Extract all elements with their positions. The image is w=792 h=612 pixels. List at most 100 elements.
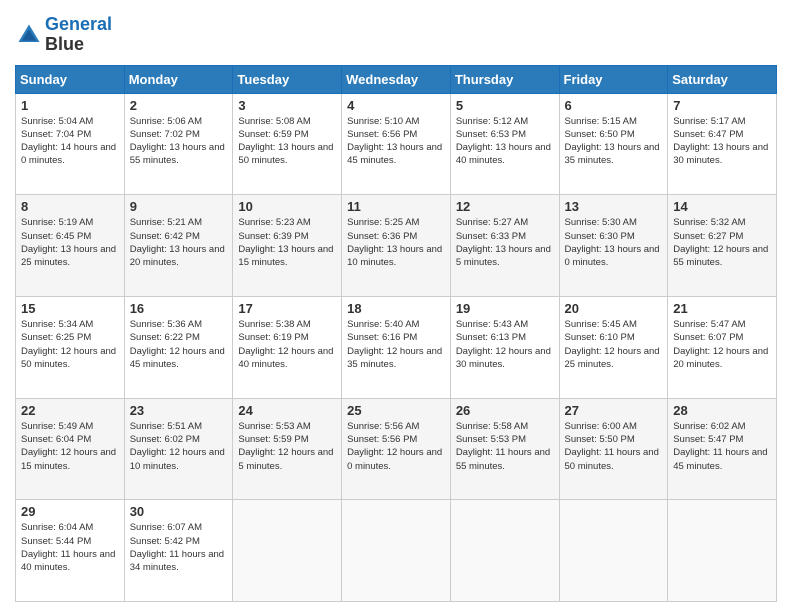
- day-number: 14: [673, 199, 771, 214]
- day-info: Sunrise: 5:27 AMSunset: 6:33 PMDaylight:…: [456, 216, 554, 269]
- calendar-cell: 16Sunrise: 5:36 AMSunset: 6:22 PMDayligh…: [124, 296, 233, 398]
- calendar-cell: 2 Sunrise: 5:06 AMSunset: 7:02 PMDaylight…: [124, 93, 233, 195]
- calendar-cell: 7 Sunrise: 5:17 AMSunset: 6:47 PMDaylight…: [668, 93, 777, 195]
- calendar-cell: 23 Sunrise: 5:51 AMSunset: 6:02 PMDayligh…: [124, 398, 233, 500]
- day-number: 4: [347, 98, 445, 113]
- day-info: Sunrise: 5:25 AMSunset: 6:36 PMDaylight:…: [347, 216, 445, 269]
- calendar-cell: 19 Sunrise: 5:43 AMSunset: 6:13 PMDayligh…: [450, 296, 559, 398]
- day-number: 20: [565, 301, 663, 316]
- calendar-cell: 17Sunrise: 5:38 AMSunset: 6:19 PMDayligh…: [233, 296, 342, 398]
- day-info: Sunrise: 5:10 AMSunset: 6:56 PMDaylight:…: [347, 115, 445, 168]
- calendar-cell: 9 Sunrise: 5:21 AMSunset: 6:42 PMDaylight…: [124, 195, 233, 297]
- day-number: 22: [21, 403, 119, 418]
- day-info: Sunrise: 5:49 AMSunset: 6:04 PMDaylight:…: [21, 420, 119, 473]
- calendar-cell: 21 Sunrise: 5:47 AMSunset: 6:07 PMDayligh…: [668, 296, 777, 398]
- day-number: 2: [130, 98, 228, 113]
- day-number: 9: [130, 199, 228, 214]
- day-info: Sunrise: 5:23 AMSunset: 6:39 PMDaylight:…: [238, 216, 336, 269]
- day-number: 8: [21, 199, 119, 214]
- day-number: 3: [238, 98, 336, 113]
- header: General Blue: [15, 15, 777, 55]
- calendar-cell: 29 Sunrise: 6:04 AMSunset: 5:44 PMDayligh…: [16, 500, 125, 602]
- day-info: Sunrise: 5:32 AMSunset: 6:27 PMDaylight:…: [673, 216, 771, 269]
- day-info: Sunrise: 5:17 AMSunset: 6:47 PMDaylight:…: [673, 115, 771, 168]
- day-info: Sunrise: 5:08 AMSunset: 6:59 PMDaylight:…: [238, 115, 336, 168]
- calendar-cell: 12 Sunrise: 5:27 AMSunset: 6:33 PMDayligh…: [450, 195, 559, 297]
- calendar-week-row: 8Sunrise: 5:19 AMSunset: 6:45 PMDaylight…: [16, 195, 777, 297]
- weekday-header: Thursday: [450, 65, 559, 93]
- weekday-header: Wednesday: [342, 65, 451, 93]
- day-number: 26: [456, 403, 554, 418]
- calendar-cell: 22 Sunrise: 5:49 AMSunset: 6:04 PMDayligh…: [16, 398, 125, 500]
- day-number: 17: [238, 301, 336, 316]
- day-number: 18: [347, 301, 445, 316]
- calendar-week-row: 22 Sunrise: 5:49 AMSunset: 6:04 PMDayligh…: [16, 398, 777, 500]
- day-info: Sunrise: 5:15 AMSunset: 6:50 PMDaylight:…: [565, 115, 663, 168]
- day-number: 23: [130, 403, 228, 418]
- day-info: Sunrise: 5:06 AMSunset: 7:02 PMDaylight:…: [130, 115, 228, 168]
- calendar-cell: 5Sunrise: 5:12 AMSunset: 6:53 PMDaylight…: [450, 93, 559, 195]
- day-info: Sunrise: 5:51 AMSunset: 6:02 PMDaylight:…: [130, 420, 228, 473]
- calendar-table: SundayMondayTuesdayWednesdayThursdayFrid…: [15, 65, 777, 602]
- day-number: 30: [130, 504, 228, 519]
- logo-text: General Blue: [45, 15, 112, 55]
- calendar-cell: [668, 500, 777, 602]
- calendar-cell: 11 Sunrise: 5:25 AMSunset: 6:36 PMDayligh…: [342, 195, 451, 297]
- calendar-cell: 18 Sunrise: 5:40 AMSunset: 6:16 PMDayligh…: [342, 296, 451, 398]
- day-info: Sunrise: 5:53 AMSunset: 5:59 PMDaylight:…: [238, 420, 336, 473]
- day-info: Sunrise: 6:02 AMSunset: 5:47 PMDaylight:…: [673, 420, 771, 473]
- day-number: 29: [21, 504, 119, 519]
- day-info: Sunrise: 5:34 AMSunset: 6:25 PMDaylight:…: [21, 318, 119, 371]
- calendar-cell: [233, 500, 342, 602]
- day-number: 13: [565, 199, 663, 214]
- day-info: Sunrise: 5:40 AMSunset: 6:16 PMDaylight:…: [347, 318, 445, 371]
- day-info: Sunrise: 6:00 AMSunset: 5:50 PMDaylight:…: [565, 420, 663, 473]
- calendar-cell: 4 Sunrise: 5:10 AMSunset: 6:56 PMDaylight…: [342, 93, 451, 195]
- calendar-cell: [450, 500, 559, 602]
- day-number: 15: [21, 301, 119, 316]
- day-info: Sunrise: 6:04 AMSunset: 5:44 PMDaylight:…: [21, 521, 119, 574]
- day-info: Sunrise: 5:43 AMSunset: 6:13 PMDaylight:…: [456, 318, 554, 371]
- page: General Blue SundayMondayTuesdayWednesda…: [0, 0, 792, 612]
- weekday-header: Sunday: [16, 65, 125, 93]
- day-number: 10: [238, 199, 336, 214]
- weekday-header: Friday: [559, 65, 668, 93]
- day-info: Sunrise: 5:30 AMSunset: 6:30 PMDaylight:…: [565, 216, 663, 269]
- day-number: 19: [456, 301, 554, 316]
- day-number: 16: [130, 301, 228, 316]
- calendar-cell: 10 Sunrise: 5:23 AMSunset: 6:39 PMDayligh…: [233, 195, 342, 297]
- day-info: Sunrise: 5:45 AMSunset: 6:10 PMDaylight:…: [565, 318, 663, 371]
- day-number: 7: [673, 98, 771, 113]
- calendar-cell: 3 Sunrise: 5:08 AMSunset: 6:59 PMDaylight…: [233, 93, 342, 195]
- weekday-header: Tuesday: [233, 65, 342, 93]
- calendar-cell: [559, 500, 668, 602]
- day-number: 11: [347, 199, 445, 214]
- day-number: 5: [456, 98, 554, 113]
- day-info: Sunrise: 5:58 AMSunset: 5:53 PMDaylight:…: [456, 420, 554, 473]
- day-info: Sunrise: 6:07 AMSunset: 5:42 PMDaylight:…: [130, 521, 228, 574]
- logo: General Blue: [15, 15, 112, 55]
- weekday-header: Saturday: [668, 65, 777, 93]
- calendar-cell: 6 Sunrise: 5:15 AMSunset: 6:50 PMDaylight…: [559, 93, 668, 195]
- calendar-cell: 8Sunrise: 5:19 AMSunset: 6:45 PMDaylight…: [16, 195, 125, 297]
- day-info: Sunrise: 5:47 AMSunset: 6:07 PMDaylight:…: [673, 318, 771, 371]
- day-number: 6: [565, 98, 663, 113]
- calendar-week-row: 29 Sunrise: 6:04 AMSunset: 5:44 PMDayligh…: [16, 500, 777, 602]
- weekday-header-row: SundayMondayTuesdayWednesdayThursdayFrid…: [16, 65, 777, 93]
- day-number: 28: [673, 403, 771, 418]
- day-info: Sunrise: 5:21 AMSunset: 6:42 PMDaylight:…: [130, 216, 228, 269]
- calendar-week-row: 1 Sunrise: 5:04 AMSunset: 7:04 PMDaylight…: [16, 93, 777, 195]
- calendar-cell: 1 Sunrise: 5:04 AMSunset: 7:04 PMDaylight…: [16, 93, 125, 195]
- calendar-cell: 20 Sunrise: 5:45 AMSunset: 6:10 PMDayligh…: [559, 296, 668, 398]
- calendar-cell: 30 Sunrise: 6:07 AMSunset: 5:42 PMDayligh…: [124, 500, 233, 602]
- calendar-week-row: 15 Sunrise: 5:34 AMSunset: 6:25 PMDayligh…: [16, 296, 777, 398]
- day-number: 12: [456, 199, 554, 214]
- calendar-cell: 15 Sunrise: 5:34 AMSunset: 6:25 PMDayligh…: [16, 296, 125, 398]
- day-number: 1: [21, 98, 119, 113]
- day-number: 21: [673, 301, 771, 316]
- day-number: 24: [238, 403, 336, 418]
- day-info: Sunrise: 5:04 AMSunset: 7:04 PMDaylight:…: [21, 115, 119, 168]
- day-number: 27: [565, 403, 663, 418]
- calendar-cell: 14 Sunrise: 5:32 AMSunset: 6:27 PMDayligh…: [668, 195, 777, 297]
- weekday-header: Monday: [124, 65, 233, 93]
